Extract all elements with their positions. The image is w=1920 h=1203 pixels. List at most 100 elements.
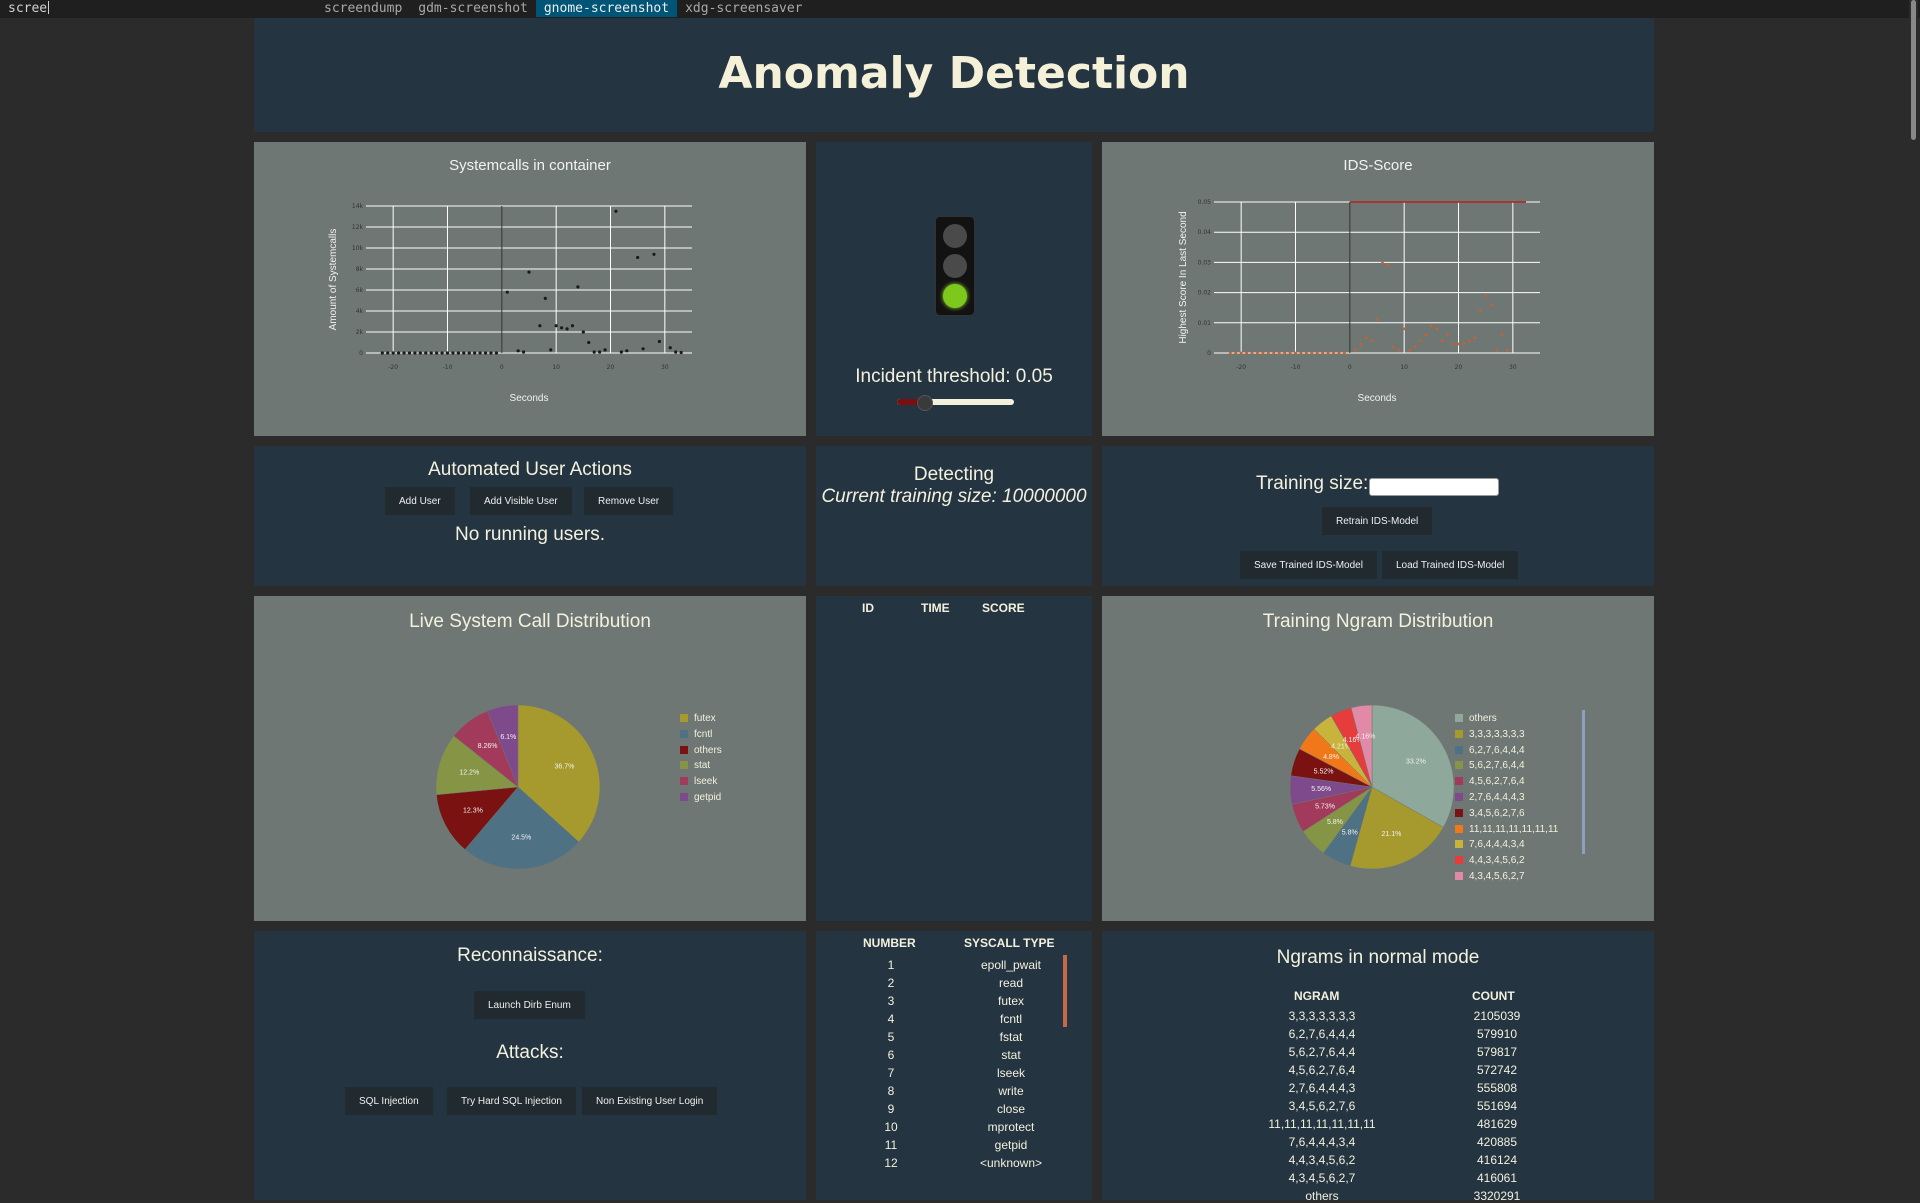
data-point (1332, 351, 1335, 355)
non-existing-user-login-button[interactable]: Non Existing User Login (582, 1087, 718, 1115)
syscall-number: 6 (887, 1048, 895, 1062)
legend-item[interactable]: others (680, 745, 722, 756)
legend-item[interactable]: 2,7,6,4,4,4,3 (1455, 792, 1525, 803)
legend-item[interactable]: 4,3,4,5,6,2,7 (1455, 871, 1525, 882)
data-point (489, 351, 493, 355)
y-tick-label: 0.02 (1198, 290, 1212, 297)
try-hard-sql-injection-button[interactable]: Try Hard SQL Injection (447, 1087, 576, 1115)
remove-user-button[interactable]: Remove User (584, 487, 674, 515)
data-point (1381, 261, 1384, 264)
sql-injection-button[interactable]: SQL Injection (345, 1087, 433, 1115)
threshold-slider-handle[interactable] (917, 395, 933, 411)
threshold-slider[interactable] (897, 395, 1014, 411)
data-point (467, 351, 471, 355)
legend-item[interactable]: 6,2,7,6,4,4,4 (1455, 745, 1525, 756)
add-visible-user-button[interactable]: Add Visible User (470, 487, 572, 515)
legend-item[interactable]: 4,4,3,4,5,6,2 (1455, 855, 1525, 866)
launcher-item[interactable]: screendump (316, 0, 410, 17)
data-point (1353, 348, 1357, 352)
data-point (413, 351, 417, 355)
legend-swatch (1455, 761, 1463, 770)
legend-item[interactable]: others (1455, 713, 1497, 724)
legend-item[interactable]: getpid (680, 792, 721, 803)
data-point (1506, 348, 1509, 352)
y-tick-label: 0 (359, 350, 363, 357)
launcher-item[interactable]: gnome-screenshot (535, 0, 678, 17)
training-size-label: Training size: (1256, 473, 1369, 494)
ngram-value: others (1305, 1189, 1339, 1203)
launcher-item[interactable]: xdg-screensaver (677, 0, 810, 17)
data-point (679, 350, 683, 355)
legend-item[interactable]: 11,11,11,11,11,11,11 (1455, 824, 1558, 835)
x-tick-label: -20 (1236, 364, 1246, 371)
data-point (1228, 351, 1232, 355)
data-point (1446, 333, 1450, 337)
page-scrollbar[interactable] (1909, 0, 1918, 1200)
ids-score-chart: 0 0.01 0.02 0.03 0.04 0.05 -20 -10 0 10 20 30 Second… (1178, 199, 1540, 404)
data-point (625, 349, 629, 353)
data-point (668, 346, 672, 350)
legend-label: others (1469, 713, 1497, 724)
ngram-value: 4,3,4,5,6,2,7 (1288, 1171, 1356, 1185)
data-point (636, 255, 640, 260)
y-tick-label: 0.03 (1198, 259, 1212, 266)
page-scrollbar-thumb[interactable] (1911, 0, 1916, 140)
legend-item[interactable]: 5,6,2,7,6,4,4 (1455, 760, 1525, 771)
y-tick-label: 14k (352, 203, 364, 210)
legend-item[interactable]: 3,3,3,3,3,3,3 (1455, 729, 1525, 740)
syscall-type: getpid (994, 1138, 1028, 1152)
launcher-query-input[interactable]: scree (8, 1, 49, 16)
incidents-header-score: SCORE (982, 601, 1025, 615)
training-size-input[interactable] (1369, 478, 1499, 496)
x-tick-label: -20 (388, 364, 398, 371)
legend-item[interactable]: lseek (680, 776, 717, 787)
pie-slice-label: 5.52% (1314, 768, 1334, 775)
data-point (1440, 339, 1444, 343)
launcher-results: screendump gdm-screenshot gnome-screenshot… (316, 0, 811, 17)
data-point (560, 326, 564, 330)
data-point (1419, 339, 1422, 343)
legend-item[interactable]: 3,4,5,6,2,7,6 (1455, 808, 1525, 819)
launch-dirb-enum-button[interactable]: Launch Dirb Enum (474, 991, 585, 1019)
ngram-table-header-count: COUNT (1472, 989, 1515, 1003)
y-axis-title: Amount of Systemcalls (328, 229, 339, 331)
yellow-light-icon (943, 254, 967, 278)
add-user-button[interactable]: Add User (385, 487, 455, 515)
ngram-value: 3,4,5,6,2,7,6 (1288, 1099, 1356, 1113)
legend-scrollbar[interactable] (1582, 710, 1585, 854)
data-point (554, 324, 558, 328)
legend-item[interactable]: fcntl (680, 729, 712, 740)
legend-label: 4,5,6,2,7,6,4 (1469, 776, 1525, 788)
legend-swatch (680, 793, 688, 801)
legend-item[interactable]: 4,5,6,2,7,6,4 (1455, 776, 1525, 787)
legend-label: stat (694, 760, 711, 772)
legend-label: 4,4,3,4,5,6,2 (1469, 855, 1525, 867)
y-tick-label: 10k (352, 245, 364, 252)
syscall-type: read (998, 976, 1024, 990)
legend-item[interactable]: stat (680, 760, 710, 771)
syscall-type: fstat (999, 1030, 1023, 1044)
save-model-button[interactable]: Save Trained IDS-Model (1240, 551, 1377, 579)
pie-slice-label: 12.3% (463, 808, 483, 815)
data-point (581, 330, 585, 334)
app-launcher-bar: scree screendump gdm-screenshot gnome-scre… (0, 0, 1920, 18)
syscall-number: 2 (887, 976, 895, 990)
legend-item[interactable]: futex (680, 713, 716, 724)
data-point (494, 351, 498, 355)
data-point (1304, 351, 1308, 355)
data-point (505, 290, 509, 294)
load-model-button[interactable]: Load Trained IDS-Model (1382, 551, 1519, 579)
x-tick-label: 0 (500, 364, 504, 371)
pie-slice-label: 4.8% (1323, 754, 1339, 761)
legend-item[interactable]: 7,6,4,4,4,3,4 (1455, 839, 1525, 850)
data-point (1391, 345, 1395, 349)
data-point (1402, 327, 1406, 331)
live-distribution-pie: 36.7% 24.5% 12.3% 12.2% 8.26%6.1% (435, 704, 601, 870)
data-point (435, 351, 439, 355)
launcher-item[interactable]: gdm-screenshot (410, 0, 536, 17)
data-point (424, 351, 428, 355)
y-tick-label: 12k (352, 224, 364, 231)
ngram-value: 3,3,3,3,3,3,3 (1288, 1009, 1356, 1023)
data-point (538, 324, 542, 328)
retrain-model-button[interactable]: Retrain IDS-Model (1322, 507, 1433, 535)
